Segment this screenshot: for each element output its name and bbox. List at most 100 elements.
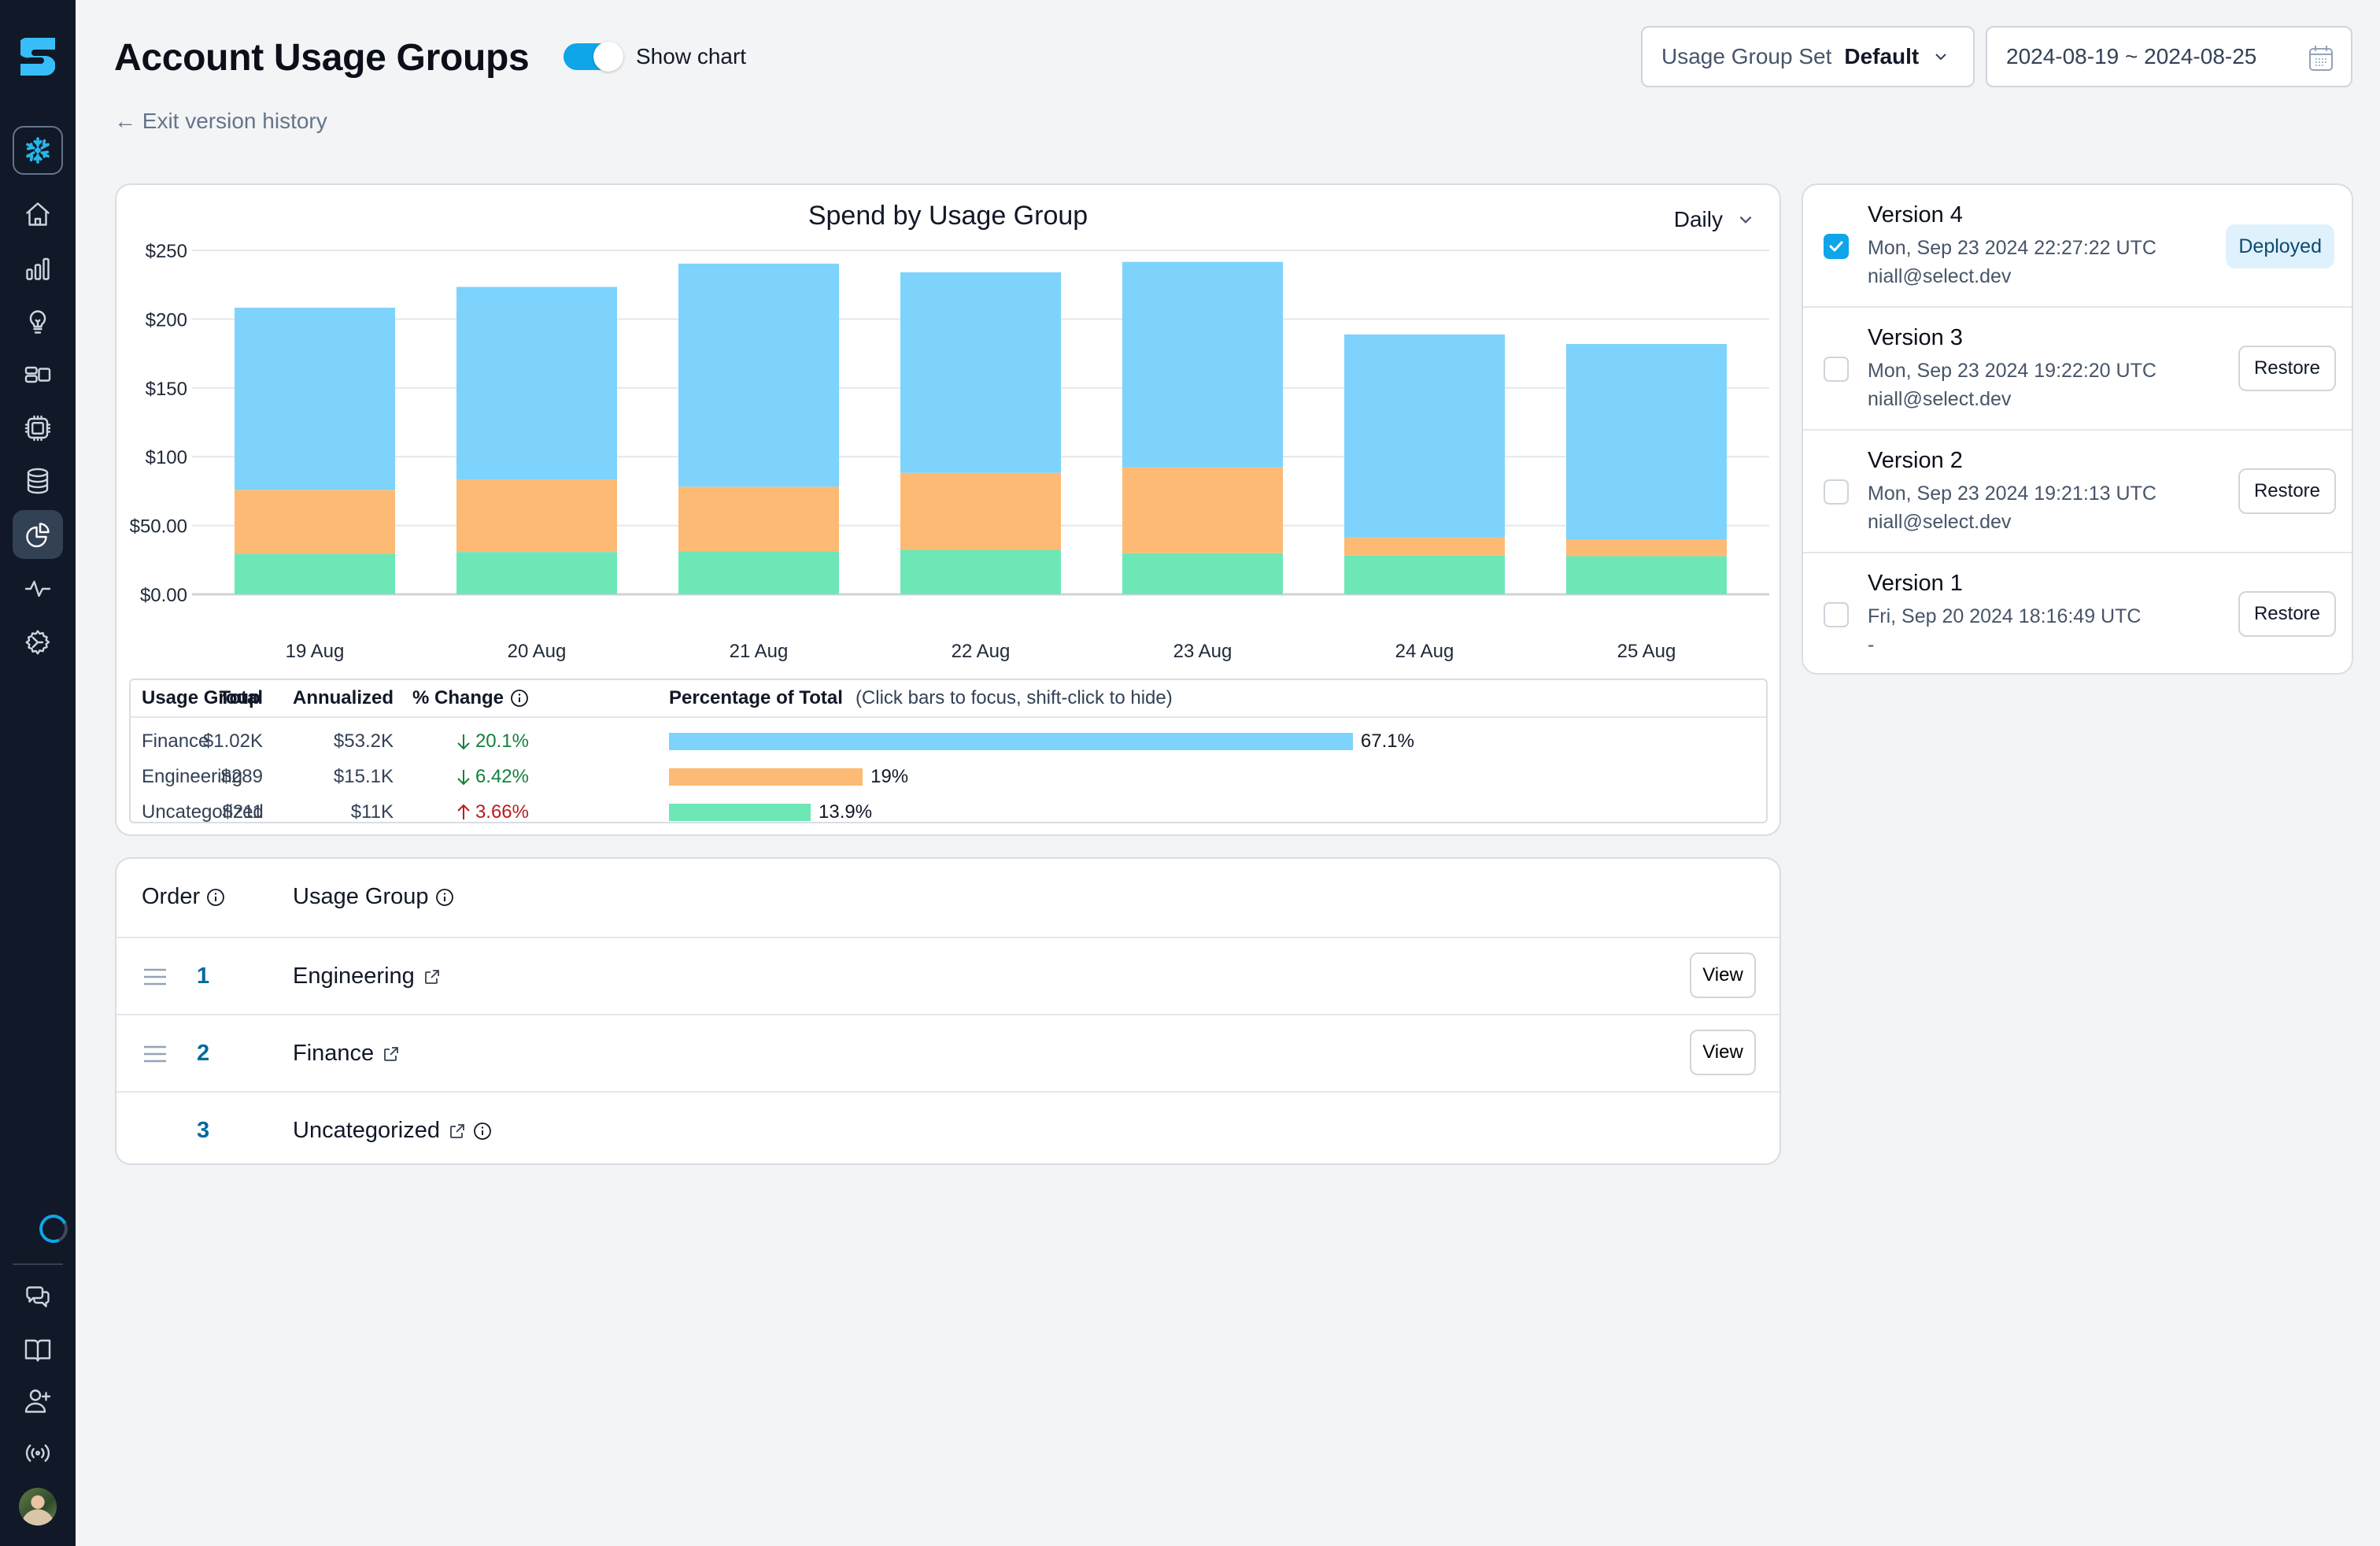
database-icon [27, 468, 49, 494]
bar-segment-uncategorized[interactable] [1566, 556, 1727, 594]
version-item[interactable]: Version 3 Mon, Sep 23 2024 19:22:20 UTC ni… [1803, 308, 2352, 431]
sidebar-divider [13, 1263, 63, 1265]
version-checkbox[interactable] [1824, 602, 1849, 627]
restore-button[interactable]: Restore [2238, 591, 2336, 637]
sidebar-item-settings[interactable] [13, 618, 63, 667]
sidebar-item-snowflake[interactable] [13, 126, 63, 175]
bar-segment-uncategorized[interactable] [235, 553, 395, 594]
version-item[interactable]: Version 2 Mon, Sep 23 2024 19:21:13 UTC ni… [1803, 431, 2352, 553]
sidebar-item-feedback[interactable] [13, 1274, 63, 1322]
version-author: - [1868, 634, 1875, 656]
restore-button[interactable]: Restore [2238, 468, 2336, 514]
summary-percentage: 67.1% [669, 730, 1414, 753]
arrow-down-icon [457, 734, 470, 750]
usage-group-label[interactable]: Uncategorized [293, 1118, 440, 1144]
bar-segment-engineering[interactable] [1122, 467, 1283, 553]
chevron-down-icon [1935, 54, 1946, 61]
bar-segment-finance[interactable] [456, 287, 617, 480]
cpu-icon [24, 415, 51, 442]
drag-handle-icon[interactable] [143, 1045, 167, 1063]
summary-change-value: 20.1% [475, 730, 529, 752]
select-logo-icon[interactable] [20, 38, 55, 76]
x-tick-label: 24 Aug [1395, 641, 1454, 662]
version-date: Mon, Sep 23 2024 22:27:22 UTC [1868, 237, 2156, 259]
summary-row: Engineering $289 $15.1K 6.42% 19% [131, 760, 1766, 794]
sidebar-item-usage[interactable] [13, 244, 63, 293]
bar-segment-engineering[interactable] [456, 479, 617, 553]
sidebar-item-invite[interactable] [13, 1377, 63, 1426]
bar-segment-engineering[interactable] [235, 490, 395, 554]
bar-segment-finance[interactable] [1344, 334, 1505, 538]
bar-segment-uncategorized[interactable] [456, 552, 617, 594]
col-change-label: % Change [412, 687, 504, 708]
usage-group-set-select[interactable]: Usage Group Set Default [1641, 26, 1975, 87]
bar-chart-icon [26, 257, 50, 280]
bar-segment-finance[interactable] [1122, 261, 1283, 468]
summary-change: 20.1% [455, 730, 529, 753]
bar-segment-uncategorized[interactable] [900, 549, 1061, 594]
sidebar-item-workloads[interactable] [13, 350, 63, 399]
bar-segment-finance[interactable] [678, 263, 839, 487]
bar-segment-finance[interactable] [1566, 344, 1727, 540]
external-link-icon[interactable] [382, 1045, 401, 1063]
show-chart-toggle[interactable] [564, 42, 623, 72]
version-checkbox[interactable] [1824, 234, 1849, 259]
summary-row: Finance $1.02K $53.2K 20.1% 67.1% [131, 724, 1766, 759]
bar-segment-engineering[interactable] [1344, 537, 1505, 556]
usage-group-label[interactable]: Finance [293, 1041, 374, 1067]
info-icon[interactable] [473, 1122, 492, 1141]
usage-group-label[interactable]: Engineering [293, 963, 415, 989]
bar-segment-uncategorized[interactable] [678, 551, 839, 594]
version-author: niall@select.dev [1868, 265, 2012, 287]
bar-segment-uncategorized[interactable] [1344, 555, 1505, 594]
arrow-down-icon [457, 770, 470, 786]
external-link-icon[interactable] [448, 1122, 467, 1141]
col-usage-group-label: Usage Group [293, 884, 429, 909]
info-icon[interactable] [206, 888, 225, 907]
bar-segment-engineering[interactable] [1566, 539, 1727, 557]
order-row: 2 Finance View [116, 1015, 1779, 1093]
version-item[interactable]: Version 1 Fri, Sep 20 2024 18:16:49 UTC - R… [1803, 553, 2352, 673]
percentage-bar[interactable] [669, 733, 1353, 750]
usage-group-name: Engineering [293, 963, 442, 989]
summary-change-value: 3.66% [475, 801, 529, 823]
bar-segment-finance[interactable] [235, 307, 395, 490]
bar-segment-finance[interactable] [900, 272, 1061, 473]
sidebar-item-docs[interactable] [13, 1326, 63, 1374]
percentage-bar[interactable] [669, 804, 811, 821]
version-checkbox[interactable] [1824, 479, 1849, 505]
bar-segment-engineering[interactable] [900, 472, 1061, 550]
y-tick-label: $200 [146, 309, 187, 331]
y-tick-label: $250 [146, 241, 187, 262]
user-avatar[interactable] [19, 1488, 57, 1526]
percentage-value: 19% [870, 766, 909, 787]
summary-total: $211 [222, 801, 263, 823]
view-button[interactable]: View [1690, 1030, 1756, 1075]
sidebar-item-monitoring[interactable] [13, 564, 63, 613]
usage-group-name: Finance [293, 1041, 401, 1067]
sidebar-item-storage[interactable] [13, 457, 63, 505]
date-range-picker[interactable]: 2024-08-19 ~ 2024-08-25 [1986, 26, 2352, 87]
restore-button[interactable]: Restore [2238, 346, 2336, 391]
version-checkbox[interactable] [1824, 357, 1849, 382]
percentage-bar[interactable] [669, 768, 863, 786]
sidebar-item-status[interactable] [13, 1429, 63, 1478]
snowflake-icon [26, 137, 50, 164]
sidebar-item-home[interactable] [13, 190, 63, 239]
usage-group-name: Uncategorized [293, 1118, 492, 1144]
sidebar [0, 0, 76, 1546]
summary-total: $289 [220, 766, 263, 787]
external-link-icon[interactable] [423, 967, 442, 986]
info-icon[interactable] [435, 888, 454, 907]
view-button[interactable]: View [1690, 952, 1756, 998]
bar-segment-uncategorized[interactable] [1122, 553, 1283, 594]
sidebar-item-usage-groups[interactable] [13, 510, 63, 559]
bar-segment-engineering[interactable] [678, 486, 839, 552]
info-icon[interactable] [510, 689, 529, 708]
sidebar-item-warehouses[interactable] [13, 404, 63, 453]
toggle-knob [593, 42, 623, 72]
exit-version-history-link[interactable]: ← Exit version history [114, 109, 327, 134]
drag-handle-icon[interactable] [143, 968, 167, 986]
sidebar-item-insights[interactable] [13, 298, 63, 346]
version-item[interactable]: Version 4 Mon, Sep 23 2024 22:27:22 UTC ni… [1803, 185, 2352, 308]
